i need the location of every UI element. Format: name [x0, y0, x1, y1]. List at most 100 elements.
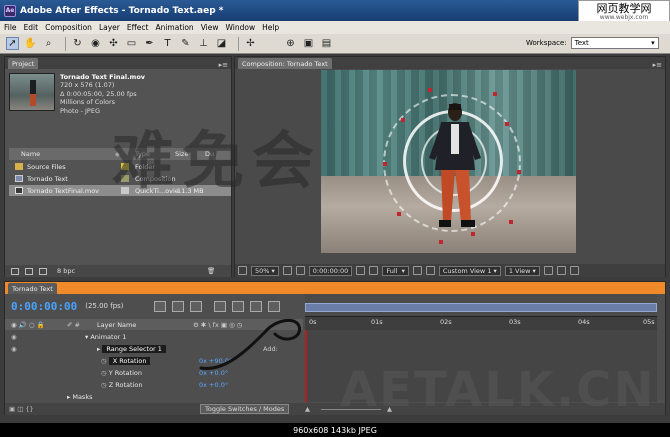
workspace-dropdown[interactable]: Text ▾: [570, 37, 659, 49]
orbit-camera-tool-icon[interactable]: ◉: [89, 37, 102, 50]
axis-mode-icon[interactable]: ⊕: [284, 37, 297, 50]
zoom-dropdown[interactable]: 50% ▾: [251, 265, 279, 276]
menu-effect[interactable]: Effect: [127, 23, 149, 32]
menu-animation[interactable]: Animation: [155, 23, 193, 32]
rotation-tool-icon[interactable]: ↻: [71, 37, 84, 50]
text-control-point[interactable]: [509, 220, 513, 224]
project-item-source-files[interactable]: Source Files Folder: [9, 161, 231, 172]
current-time-field[interactable]: 0:00:00:00: [308, 265, 353, 276]
trash-icon[interactable]: 🗑: [207, 267, 215, 275]
zoom-in-icon[interactable]: ▲: [387, 405, 392, 413]
text-control-point[interactable]: [428, 88, 432, 92]
tab-composition[interactable]: Composition: Tornado Text: [238, 58, 332, 69]
timeline-options-icons[interactable]: ▣ ◫ {}: [9, 405, 34, 413]
composition-icon: [15, 175, 23, 182]
new-composition-icon[interactable]: [39, 267, 47, 275]
transparency-grid-icon[interactable]: [425, 266, 435, 275]
project-item-tornado-text[interactable]: Tornado Text Composition: [9, 173, 231, 184]
zoom-out-icon[interactable]: ▲: [305, 405, 310, 413]
timeline-current-time[interactable]: 0:00:00:00: [11, 300, 77, 313]
column-layer-name[interactable]: Layer Name: [97, 321, 193, 329]
tools-toolbar: ➚ ✋ ⌕ ↻ ◉ ✣ ▭ ✒ T ✎ ⊥ ◪ ✢ ⊕ ▣ ▤ Workspac…: [0, 34, 670, 54]
new-folder-icon[interactable]: [25, 267, 33, 275]
fast-previews-icon[interactable]: [556, 266, 566, 275]
world-axis-icon[interactable]: ▣: [302, 37, 315, 50]
text-control-point[interactable]: [493, 92, 497, 96]
text-tool-icon[interactable]: T: [161, 37, 174, 50]
label-column-icon[interactable]: ◆: [115, 150, 135, 158]
tab-timeline[interactable]: Tornado Text: [8, 283, 57, 294]
zoom-slider[interactable]: [321, 409, 381, 410]
text-control-point[interactable]: [471, 232, 475, 236]
toggle-switches-modes-button[interactable]: Toggle Switches / Modes: [200, 404, 290, 414]
timeline-tab-row: Tornado Text: [5, 282, 665, 294]
column-duration[interactable]: Du: [205, 150, 214, 158]
text-control-point[interactable]: [383, 162, 387, 166]
label-swatch[interactable]: [121, 175, 129, 182]
hand-tool-icon[interactable]: ✋: [24, 37, 37, 50]
always-preview-icon[interactable]: [238, 266, 247, 275]
timeline-toggle-icon[interactable]: [569, 266, 579, 275]
composition-viewer[interactable]: [321, 70, 576, 253]
label-shy-icons[interactable]: ✐ #: [67, 321, 97, 329]
label-swatch[interactable]: [121, 187, 129, 194]
panel-menu-icon[interactable]: ▸≡: [219, 61, 228, 69]
menu-window[interactable]: Window: [226, 23, 256, 32]
pen-tool-icon[interactable]: ✒: [143, 37, 156, 50]
property-row-masks[interactable]: ▸ Masks: [5, 391, 303, 403]
zoom-tool-icon[interactable]: ⌕: [42, 37, 55, 50]
view-layout-dropdown[interactable]: 1 View ▾: [504, 265, 540, 276]
column-type[interactable]: Type: [135, 150, 175, 158]
text-control-point[interactable]: [397, 212, 401, 216]
menu-file[interactable]: File: [4, 23, 17, 32]
visibility-eye-icon[interactable]: ◉: [11, 345, 97, 353]
text-control-point[interactable]: [439, 240, 443, 244]
selection-tool-icon[interactable]: ➚: [6, 37, 19, 50]
region-of-interest-icon[interactable]: [412, 266, 422, 275]
stopwatch-icon[interactable]: ◷: [101, 369, 109, 377]
workspace-selector: Workspace: Text ▾: [526, 37, 659, 49]
pan-behind-tool-icon[interactable]: ✣: [107, 37, 120, 50]
current-time-indicator[interactable]: [305, 330, 307, 402]
snapshot-icon[interactable]: [356, 266, 366, 275]
tab-project[interactable]: Project: [8, 58, 39, 69]
stopwatch-icon[interactable]: ◷: [101, 381, 109, 389]
brush-tool-icon[interactable]: ✎: [179, 37, 192, 50]
color-depth-label[interactable]: 8 bpc: [57, 267, 75, 275]
rectangle-mask-tool-icon[interactable]: ▭: [125, 37, 138, 50]
menu-view[interactable]: View: [201, 23, 219, 32]
menu-edit[interactable]: Edit: [24, 23, 39, 32]
resolution-dropdown[interactable]: Full ▾: [382, 265, 409, 276]
av-features-icons[interactable]: ◉ 🔊 ○ 🔒: [11, 321, 67, 329]
text-control-point[interactable]: [517, 170, 521, 174]
menu-layer[interactable]: Layer: [99, 23, 120, 32]
live-update-icon[interactable]: [171, 300, 184, 312]
timeline-track-area[interactable]: [305, 330, 657, 402]
project-item-tornado-final-mov[interactable]: Tornado TextFinal.mov QuickTi...ovie 11.…: [9, 185, 231, 196]
puppet-pin-tool-icon[interactable]: ✢: [244, 37, 257, 50]
label-swatch[interactable]: [121, 163, 129, 170]
clone-stamp-tool-icon[interactable]: ⊥: [197, 37, 210, 50]
time-ruler[interactable]: 0s 01s 02s 03s 04s 05s: [305, 294, 657, 330]
toggle-pixel-aspect-icon[interactable]: [543, 266, 553, 275]
text-control-point[interactable]: [401, 118, 405, 122]
property-row-z-rotation[interactable]: ◷ Z Rotation 0x +0.0°: [5, 379, 303, 391]
grid-guides-icon[interactable]: [282, 266, 292, 275]
text-control-point[interactable]: [505, 122, 509, 126]
column-name[interactable]: Name: [9, 150, 115, 158]
mask-visibility-icon[interactable]: [295, 266, 305, 275]
eraser-tool-icon[interactable]: ◪: [215, 37, 228, 50]
interpret-footage-icon[interactable]: [11, 267, 19, 275]
visibility-eye-icon[interactable]: ◉: [11, 333, 85, 341]
view-dropdown[interactable]: Custom View 1 ▾: [438, 265, 501, 276]
channel-icon[interactable]: [369, 266, 379, 275]
stopwatch-icon[interactable]: ◷: [101, 357, 109, 365]
property-value[interactable]: 0x +0.0°: [199, 381, 228, 389]
view-axis-icon[interactable]: ▤: [320, 37, 333, 50]
column-size[interactable]: Size: [175, 150, 205, 158]
panel-menu-icon[interactable]: ▸≡: [653, 61, 662, 69]
menu-composition[interactable]: Composition: [45, 23, 92, 32]
comp-mini-flowchart-icon[interactable]: [153, 300, 166, 312]
work-area-bar[interactable]: [305, 303, 657, 312]
menu-help[interactable]: Help: [262, 23, 279, 32]
